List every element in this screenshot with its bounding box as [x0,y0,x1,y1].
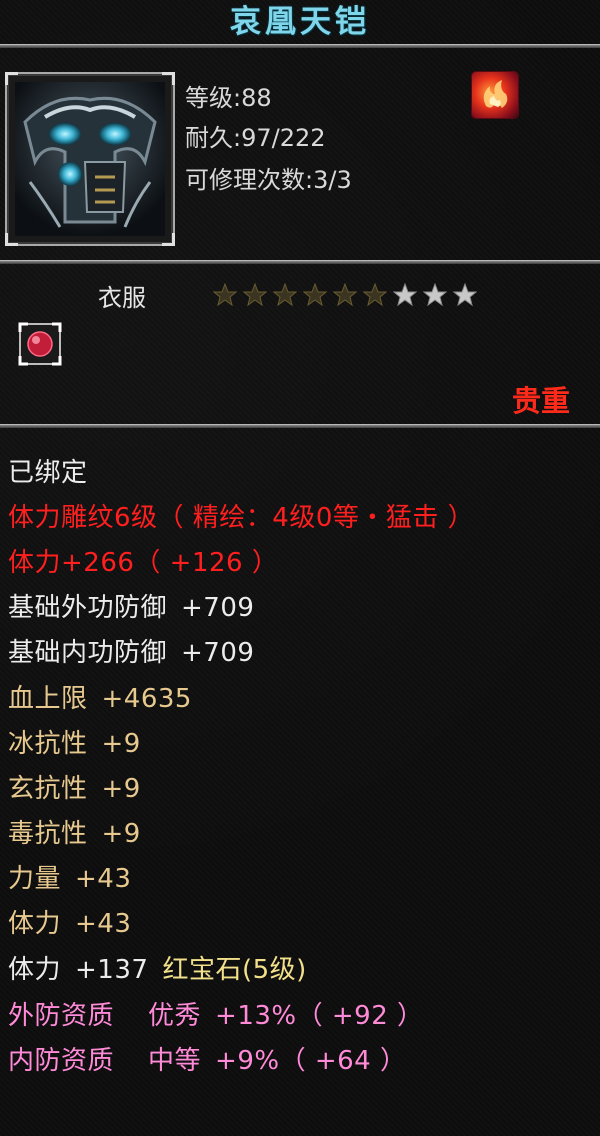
star-icon [243,283,267,307]
outer-defense: 基础外功防御 +709 [8,593,255,623]
star-icon [363,283,387,307]
divider-top [0,44,600,48]
stamina: 体力 +43 [8,909,132,939]
flame-buff-icon [472,72,518,118]
item-repair-count: 可修理次数:3/3 [185,166,352,194]
bound-status: 已绑定 [8,458,88,488]
item-rarity: 贵重 [511,384,570,418]
engrave-bonus: 体力+266（ +126 ） [8,548,279,578]
hp-max: 血上限 +4635 [8,684,192,714]
outer-defense-quality: 外防资质 优秀 +13%（ +92 ） [8,1001,424,1031]
item-name: 哀凰天铠 [230,4,370,40]
item-durability: 耐久:97/222 [185,124,326,152]
star-icon [213,283,237,307]
divider-attributes [0,424,600,428]
star-icon [303,283,327,307]
divider-mid [0,260,600,264]
star-icon [333,283,357,307]
inner-defense-quality: 内防资质 中等 +9%（ +64 ） [8,1046,407,1076]
star-rating [213,283,477,309]
item-image-frame [5,72,175,246]
star-icon [423,283,447,307]
ruby-socket-icon [18,322,62,366]
item-tooltip: 哀凰天铠 等级:88 耐久:97/222 可修理次数:3/3 衣服 贵重 已绑定… [0,0,600,1136]
mystic-resistance: 玄抗性 +9 [8,774,141,804]
ice-resistance: 冰抗性 +9 [8,729,141,759]
poison-resistance: 毒抗性 +9 [8,819,141,849]
armor-chest-icon [15,82,165,236]
gem-bonus: 体力 +137 红宝石(5级) [8,955,307,985]
strength: 力量 +43 [8,864,132,894]
engrave-line: 体力雕纹6级（ 精绘：4级0等・猛击 ） [8,503,475,533]
star-icon [453,283,477,307]
item-type: 衣服 [98,284,146,312]
item-level: 等级:88 [185,84,272,112]
inner-defense: 基础内功防御 +709 [8,638,255,668]
star-icon [273,283,297,307]
star-icon [393,283,417,307]
gem-name: 红宝石(5级) [162,955,307,985]
